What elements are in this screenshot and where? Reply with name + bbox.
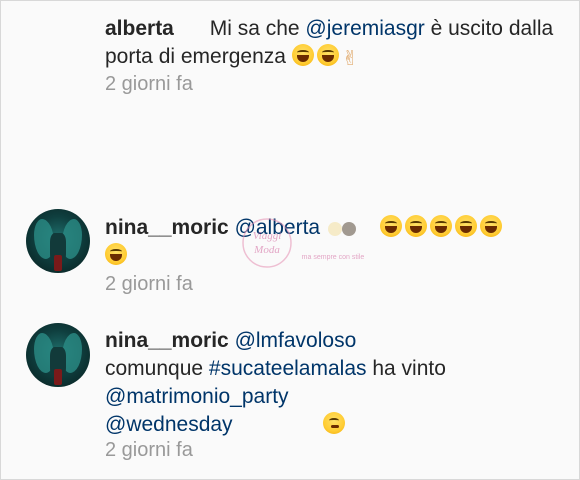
laughing-emoji-icon xyxy=(105,243,127,265)
mention-link[interactable]: @lmfavoloso xyxy=(235,329,357,352)
mention-link[interactable]: @matrimonio_party xyxy=(105,385,289,408)
comment-body: nina__moric @alberta xyxy=(105,214,565,270)
comment-username[interactable]: alberta xyxy=(105,17,174,40)
laughing-emoji-icon xyxy=(316,44,339,66)
laughing-emoji-icon xyxy=(380,215,403,237)
laughing-emoji-icon xyxy=(455,215,478,237)
comment-timestamp: 2 giorni fa xyxy=(105,273,193,295)
laughing-emoji-icon xyxy=(430,215,453,237)
comment-body: nina__moric @lmfavoloso comunque #sucate… xyxy=(105,327,565,439)
avatar[interactable] xyxy=(26,209,90,273)
comment-text: comunque xyxy=(105,357,209,380)
laughing-emoji-icon xyxy=(291,44,314,66)
mention-link[interactable]: @jeremiasgr xyxy=(305,17,424,40)
mention-link[interactable]: @wednesday xyxy=(105,413,233,436)
comment-timestamp: 2 giorni fa xyxy=(105,439,193,461)
comment-username[interactable]: nina__moric xyxy=(105,216,229,239)
comment-text: ha vinto xyxy=(366,357,446,380)
laughing-emoji-icon xyxy=(480,215,503,237)
thinking-emoji-icon xyxy=(322,412,345,434)
comment-body: alberta Mi sa che @jeremiasgr è uscito d… xyxy=(105,15,565,72)
hashtag-link[interactable]: #sucateelamalas xyxy=(209,357,367,380)
comment-text: Mi sa che xyxy=(209,17,306,40)
laughing-emoji-icon xyxy=(405,215,428,237)
victory-hand-icon: ✌ xyxy=(341,46,359,70)
mention-link[interactable]: @alberta xyxy=(235,216,321,239)
avatar[interactable] xyxy=(26,323,90,387)
comment-username[interactable]: nina__moric xyxy=(105,329,229,352)
comment-timestamp: 2 giorni fa xyxy=(105,73,193,95)
comments-panel: alberta Mi sa che @jeremiasgr è uscito d… xyxy=(0,0,580,480)
